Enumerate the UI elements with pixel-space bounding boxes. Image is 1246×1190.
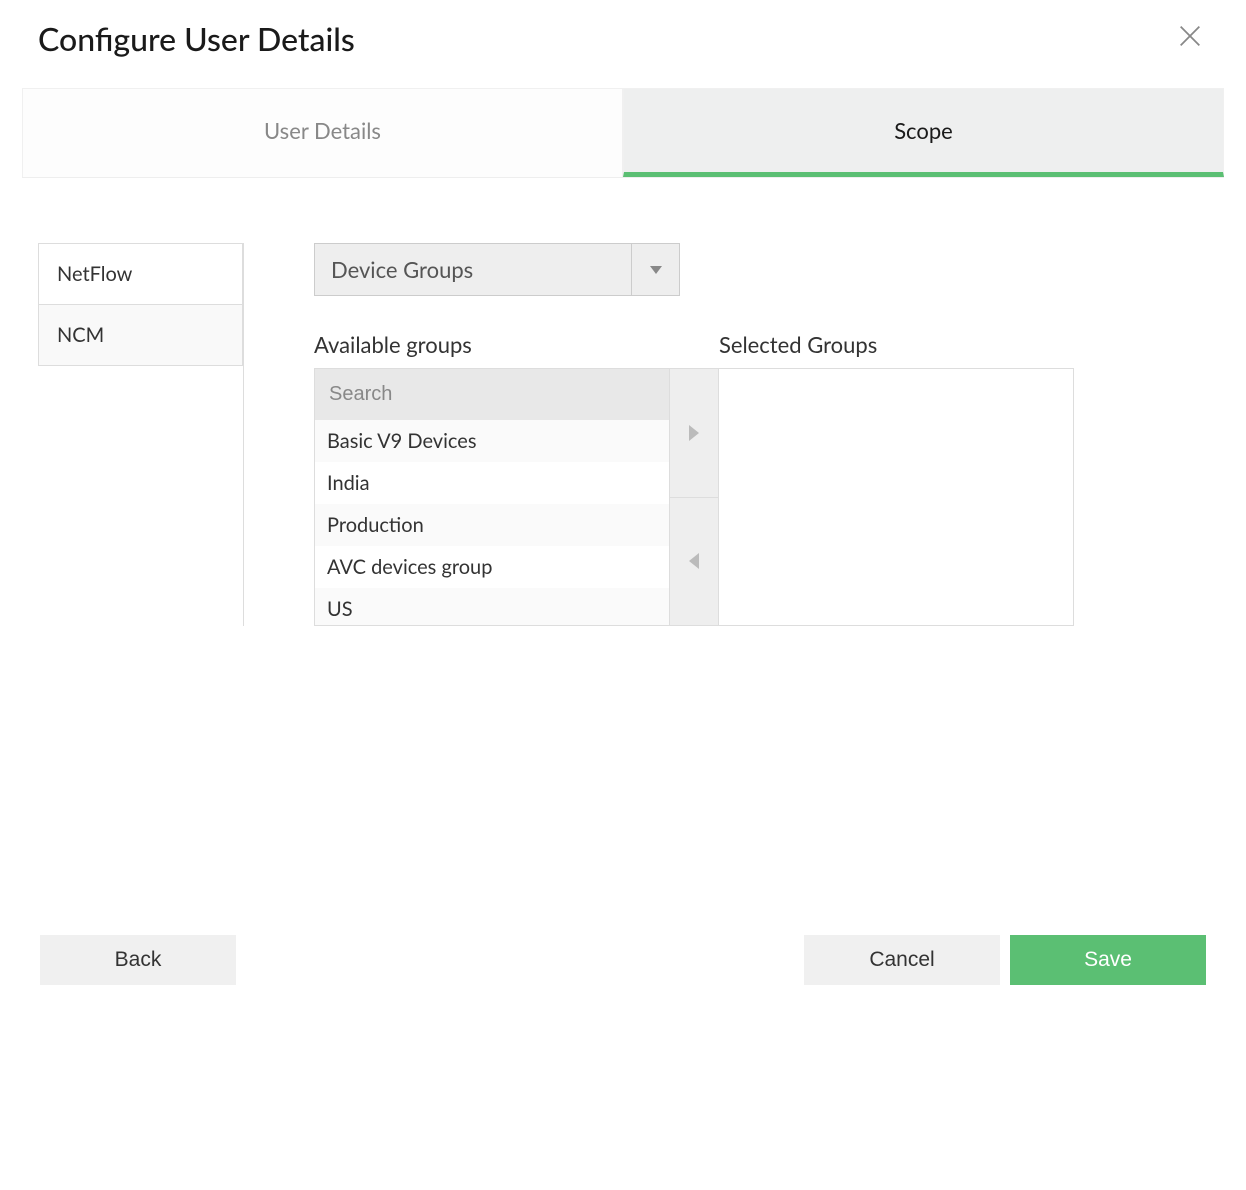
sidebar-item-ncm[interactable]: NCM [38, 305, 243, 366]
list-item[interactable]: Basic V9 Devices [315, 420, 669, 462]
close-button[interactable] [1172, 18, 1208, 58]
available-groups-label: Available groups [314, 331, 719, 358]
move-right-button[interactable] [670, 368, 718, 497]
tabs-container: User Details Scope [22, 88, 1224, 178]
dual-list-labels: Available groups Selected Groups [314, 331, 1208, 358]
sidebar: NetFlow NCM [38, 243, 244, 626]
sidebar-item-netflow[interactable]: NetFlow [38, 243, 243, 305]
sidebar-item-label: NCM [57, 323, 104, 347]
list-item[interactable]: AVC devices group [315, 546, 669, 588]
cancel-button[interactable]: Cancel [804, 935, 1000, 985]
tab-label: Scope [894, 117, 953, 144]
tab-label: User Details [264, 117, 381, 144]
move-left-button[interactable] [670, 497, 718, 627]
transfer-arrows [670, 368, 718, 626]
tab-user-details[interactable]: User Details [22, 88, 623, 177]
footer-left: Back [40, 935, 236, 985]
dropdown-selected-label: Device Groups [315, 244, 631, 295]
tab-scope[interactable]: Scope [623, 88, 1224, 177]
chevron-down-icon [650, 266, 662, 274]
search-input[interactable] [315, 369, 669, 420]
selected-groups-label: Selected Groups [719, 331, 877, 358]
back-button[interactable]: Back [40, 935, 236, 985]
content-area: NetFlow NCM Device Groups Available grou… [0, 178, 1246, 626]
dropdown-arrow [631, 244, 679, 295]
chevron-right-icon [689, 425, 699, 441]
chevron-left-icon [689, 553, 699, 569]
close-icon [1176, 22, 1204, 50]
list-item[interactable]: US [315, 588, 669, 625]
available-groups-list: Basic V9 Devices India Production AVC de… [314, 368, 670, 626]
sidebar-item-label: NetFlow [57, 262, 132, 286]
selected-groups-list [718, 368, 1074, 626]
dialog-header: Configure User Details [0, 0, 1246, 88]
available-items: Basic V9 Devices India Production AVC de… [315, 420, 669, 625]
group-type-dropdown[interactable]: Device Groups [314, 243, 680, 296]
search-box [315, 369, 669, 420]
main-panel: Device Groups Available groups Selected … [244, 243, 1208, 626]
footer-right: Cancel Save [804, 935, 1206, 985]
page-title: Configure User Details [38, 19, 355, 58]
save-button[interactable]: Save [1010, 935, 1206, 985]
footer: Back Cancel Save [0, 935, 1246, 985]
list-item[interactable]: India [315, 462, 669, 504]
dual-list: Basic V9 Devices India Production AVC de… [314, 368, 1208, 626]
list-item[interactable]: Production [315, 504, 669, 546]
